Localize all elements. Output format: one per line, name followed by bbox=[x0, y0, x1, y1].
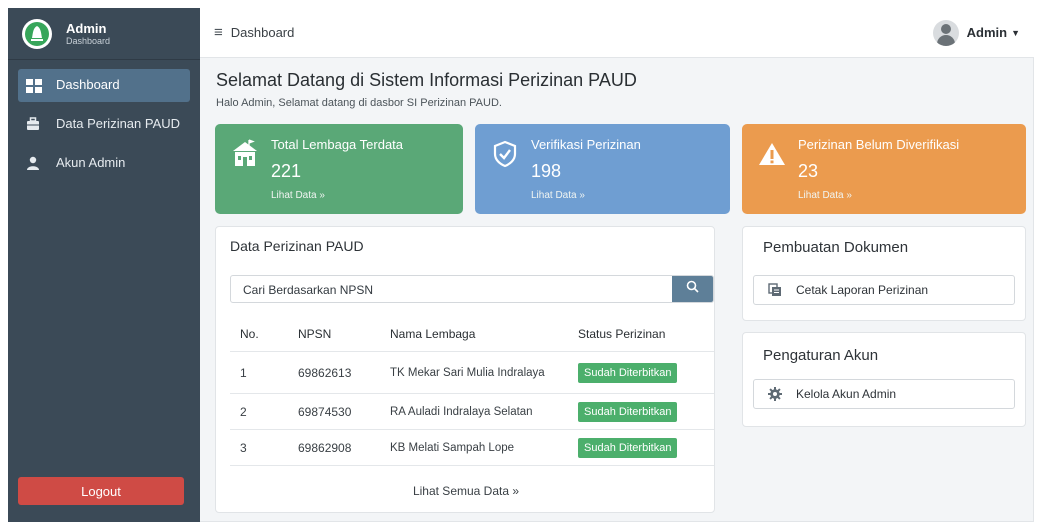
cell-npsn: 69874530 bbox=[288, 393, 380, 430]
logout-button[interactable]: Logout bbox=[18, 477, 184, 505]
gear-icon bbox=[768, 387, 782, 401]
cell-npsn: 69862613 bbox=[288, 351, 380, 394]
breadcrumb: Dashboard bbox=[230, 25, 295, 40]
sidebar-item-akun-admin[interactable]: Akun Admin bbox=[18, 147, 190, 180]
card-title: Pengaturan Akun bbox=[763, 347, 879, 364]
user-icon bbox=[26, 156, 42, 172]
copy-document-icon bbox=[768, 283, 782, 297]
stat-card-belum-diverifikasi: Perizinan Belum Diverifikasi 23 Lihat Da… bbox=[742, 124, 1026, 214]
brand-title: Admin bbox=[66, 20, 107, 36]
status-badge: Sudah Diterbitkan bbox=[578, 437, 678, 458]
logo-icon bbox=[22, 18, 52, 49]
column-header: No. bbox=[230, 319, 288, 352]
sidebar-nav: Dashboard Data Perizinan PAUD Akun Admin bbox=[8, 60, 200, 180]
sidebar-item-label: Data Perizinan PAUD bbox=[56, 116, 181, 131]
perizinan-table: No. NPSN Nama Lembaga Status Perizinan 1… bbox=[230, 319, 714, 466]
page-title: Selamat Datang di Sistem Informasi Periz… bbox=[216, 70, 637, 90]
sidebar: Admin Dashboard Dashboard Data Perizinan… bbox=[8, 8, 200, 522]
manage-admin-button[interactable]: Kelola Akun Admin bbox=[753, 379, 1015, 409]
sidebar-item-data-perizinan[interactable]: Data Perizinan PAUD bbox=[18, 108, 190, 141]
stat-value: 198 bbox=[531, 161, 562, 181]
sidebar-item-dashboard[interactable]: Dashboard bbox=[18, 69, 190, 102]
stat-link[interactable]: Lihat Data » bbox=[798, 190, 852, 201]
table-row[interactable]: 3 69862908 KB Melati Sampah Lope Sudah D… bbox=[230, 429, 714, 466]
table-header-row: No. NPSN Nama Lembaga Status Perizinan bbox=[230, 319, 714, 352]
status-badge: Sudah Diterbitkan bbox=[578, 401, 678, 422]
search-bar: Cari Berdasarkan NPSN bbox=[230, 275, 714, 303]
stat-card-verifikasi: Verifikasi Perizinan 198 Lihat Data » bbox=[475, 124, 730, 214]
cell-nama-lembaga: KB Melati Sampah Lope bbox=[380, 429, 568, 466]
stat-card-total-lembaga: Total Lembaga Terdata 221 Lihat Data » bbox=[215, 124, 463, 214]
search-button[interactable] bbox=[672, 276, 713, 302]
pengaturan-akun-card: Pengaturan Akun Kelola Akun Admin bbox=[742, 332, 1026, 427]
page-subtitle: Halo Admin, Selamat datang di dasbor SI … bbox=[216, 97, 502, 109]
print-report-button[interactable]: Cetak Laporan Perizinan bbox=[753, 275, 1015, 305]
see-all-link[interactable]: Lihat Semua Data » bbox=[216, 484, 716, 498]
user-name: Admin bbox=[966, 25, 1008, 40]
cell-nama-lembaga: TK Mekar Sari Mulia Indralaya bbox=[380, 351, 568, 394]
stat-title: Verifikasi Perizinan bbox=[531, 137, 641, 152]
card-title: Data Perizinan PAUD bbox=[230, 238, 364, 254]
menu-icon[interactable]: ≡ bbox=[214, 24, 223, 41]
search-icon bbox=[686, 280, 699, 298]
dokumen-card: Pembuatan Dokumen Cetak Laporan Perizina… bbox=[742, 226, 1026, 321]
avatar bbox=[932, 19, 959, 46]
topbar: ≡ Dashboard Admin ▼ bbox=[200, 8, 1034, 58]
stat-link[interactable]: Lihat Data » bbox=[271, 190, 325, 201]
column-header: Nama Lembaga bbox=[380, 319, 568, 352]
user-menu[interactable]: Admin ▼ bbox=[932, 19, 1020, 46]
search-input[interactable]: Cari Berdasarkan NPSN bbox=[231, 276, 672, 302]
action-label: Cetak Laporan Perizinan bbox=[796, 283, 929, 297]
action-label: Kelola Akun Admin bbox=[796, 387, 897, 401]
cell-no: 2 bbox=[230, 393, 288, 430]
stat-title: Total Lembaga Terdata bbox=[271, 137, 404, 152]
cell-npsn: 69862908 bbox=[288, 429, 380, 466]
sidebar-item-label: Dashboard bbox=[56, 77, 120, 92]
shield-check-icon bbox=[489, 138, 521, 170]
column-header: Status Perizinan bbox=[568, 319, 714, 352]
cell-no: 3 bbox=[230, 429, 288, 466]
warning-icon bbox=[756, 138, 788, 170]
status-badge: Sudah Diterbitkan bbox=[578, 362, 678, 383]
brand-subtitle: Dashboard bbox=[66, 35, 111, 46]
briefcase-icon bbox=[26, 117, 42, 133]
school-icon bbox=[229, 138, 261, 170]
cell-nama-lembaga: RA Auladi Indralaya Selatan bbox=[380, 393, 568, 430]
table-row[interactable]: 1 69862613 TK Mekar Sari Mulia Indralaya… bbox=[230, 351, 714, 394]
perizinan-table-card: Data Perizinan PAUD Cari Berdasarkan NPS… bbox=[215, 226, 715, 513]
stat-link[interactable]: Lihat Data » bbox=[531, 190, 585, 201]
stat-value: 23 bbox=[798, 161, 819, 181]
chevron-down-icon: ▼ bbox=[1011, 27, 1020, 38]
stat-value: 221 bbox=[271, 161, 302, 181]
cell-no: 1 bbox=[230, 351, 288, 394]
brand[interactable]: Admin Dashboard bbox=[8, 8, 200, 60]
sidebar-item-label: Akun Admin bbox=[56, 155, 126, 170]
grid-icon bbox=[26, 78, 42, 94]
card-title: Pembuatan Dokumen bbox=[763, 239, 909, 256]
stat-title: Perizinan Belum Diverifikasi bbox=[798, 137, 960, 152]
column-header: NPSN bbox=[288, 319, 380, 352]
table-row[interactable]: 2 69874530 RA Auladi Indralaya Selatan S… bbox=[230, 393, 714, 430]
